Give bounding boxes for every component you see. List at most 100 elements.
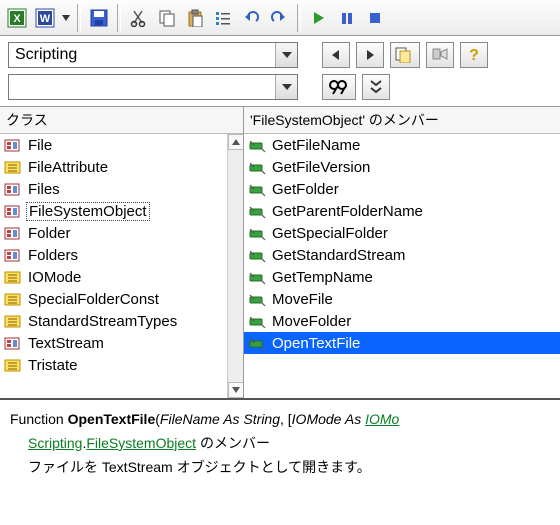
nav-forward-button[interactable] [356, 42, 384, 68]
class-item[interactable]: FileAttribute [0, 156, 243, 178]
enum-icon [4, 313, 22, 329]
separator [117, 4, 121, 32]
nav-back-button[interactable] [322, 42, 350, 68]
class-icon [4, 225, 22, 241]
expand-button[interactable] [362, 74, 390, 100]
help-button[interactable]: ? [460, 42, 488, 68]
member-item[interactable]: GetParentFolderName [244, 200, 560, 222]
member-item[interactable]: GetSpecialFolder [244, 222, 560, 244]
main-toolbar: X W [0, 0, 560, 36]
member-item[interactable]: OpenTextFile [244, 332, 560, 354]
find-button[interactable] [322, 74, 356, 100]
library-row: ? [0, 36, 560, 72]
item-label: FileAttribute [26, 159, 110, 176]
item-label: GetParentFolderName [270, 203, 425, 220]
scroll-down-icon[interactable] [228, 382, 244, 398]
item-label: GetFileName [270, 137, 362, 154]
search-input[interactable] [9, 76, 275, 98]
method-icon [248, 203, 266, 219]
sig-sep: , [ [280, 411, 292, 427]
scroll-up-icon[interactable] [228, 134, 244, 150]
pause-icon[interactable] [334, 5, 360, 31]
class-icon [4, 137, 22, 153]
class-icon [4, 181, 22, 197]
cut-icon[interactable] [126, 5, 152, 31]
copy-icon[interactable] [154, 5, 180, 31]
library-combo[interactable] [8, 42, 298, 68]
class-item[interactable]: File [0, 134, 243, 156]
sig-param1: FileName [160, 411, 220, 427]
svg-text:X: X [13, 13, 21, 25]
excel-icon[interactable]: X [4, 5, 30, 31]
enum-icon [4, 291, 22, 307]
method-icon [248, 159, 266, 175]
undo-icon[interactable] [238, 5, 264, 31]
member-item[interactable]: GetFileName [244, 134, 560, 156]
class-item[interactable]: Tristate [0, 354, 243, 376]
class-item[interactable]: TextStream [0, 332, 243, 354]
class-item[interactable]: Folders [0, 244, 243, 266]
list-icon[interactable] [210, 5, 236, 31]
item-label: GetStandardStream [270, 247, 407, 264]
class-icon [4, 203, 22, 219]
item-label: Files [26, 181, 62, 198]
class-link[interactable]: FileSystemObject [86, 435, 196, 451]
item-label: TextStream [26, 335, 106, 352]
members-pane: 'FileSystemObject' のメンバー GetFileNameGetF… [244, 107, 560, 398]
word-icon[interactable]: W [32, 5, 58, 31]
item-label: MoveFile [270, 291, 335, 308]
member-item[interactable]: GetFolder [244, 178, 560, 200]
method-icon [248, 181, 266, 197]
item-label: GetTempName [270, 269, 375, 286]
sig-param2-as: As [341, 411, 365, 427]
item-label: Tristate [26, 357, 79, 374]
separator [77, 4, 81, 32]
signature-line: Function OpenTextFile(FileName As String… [10, 408, 550, 432]
class-icon [4, 335, 22, 351]
redo-icon[interactable] [266, 5, 292, 31]
member-item[interactable]: MoveFolder [244, 310, 560, 332]
chevron-down-icon[interactable] [275, 75, 297, 99]
library-link[interactable]: Scripting [28, 435, 82, 451]
sig-param2-type[interactable]: IOMo [365, 411, 399, 427]
save-icon[interactable] [86, 5, 112, 31]
classes-header: クラス [0, 107, 243, 134]
scrollbar[interactable] [227, 134, 243, 398]
member-item[interactable]: GetStandardStream [244, 244, 560, 266]
enum-icon [4, 159, 22, 175]
paste-icon[interactable] [182, 5, 208, 31]
item-label: FileSystemObject [26, 202, 150, 221]
class-item[interactable]: Folder [0, 222, 243, 244]
library-input[interactable] [9, 44, 275, 66]
member-item[interactable]: GetFileVersion [244, 156, 560, 178]
member-suffix: のメンバー [196, 435, 270, 451]
search-combo[interactable] [8, 74, 298, 100]
pin-button[interactable] [426, 42, 454, 68]
member-item[interactable]: MoveFile [244, 288, 560, 310]
browser-panes: クラス File FileAttribute Files FileSystemObje… [0, 106, 560, 398]
separator [297, 4, 301, 32]
item-label: GetFileVersion [270, 159, 372, 176]
sig-keyword: Function [10, 411, 68, 427]
class-item[interactable]: FileSystemObject [0, 200, 243, 222]
class-item[interactable]: StandardStreamTypes [0, 310, 243, 332]
enum-icon [4, 269, 22, 285]
item-label: Folders [26, 247, 80, 264]
item-label: GetFolder [270, 181, 341, 198]
method-icon [248, 291, 266, 307]
chevron-down-icon[interactable] [275, 43, 297, 67]
stop-icon[interactable] [362, 5, 388, 31]
classes-list: FileFileAttributeFilesFileSystemObjectFo… [0, 134, 243, 398]
class-item[interactable]: Files [0, 178, 243, 200]
dropdown-icon[interactable] [60, 5, 72, 31]
svg-text:?: ? [469, 47, 479, 64]
member-item[interactable]: GetTempName [244, 266, 560, 288]
method-icon [248, 137, 266, 153]
class-item[interactable]: IOMode [0, 266, 243, 288]
class-icon [4, 247, 22, 263]
members-list: GetFileName GetFileVersion GetFolder GetPar… [244, 134, 560, 398]
item-label: StandardStreamTypes [26, 313, 179, 330]
copy-declaration-button[interactable] [390, 42, 420, 68]
class-item[interactable]: SpecialFolderConst [0, 288, 243, 310]
play-icon[interactable] [306, 5, 332, 31]
